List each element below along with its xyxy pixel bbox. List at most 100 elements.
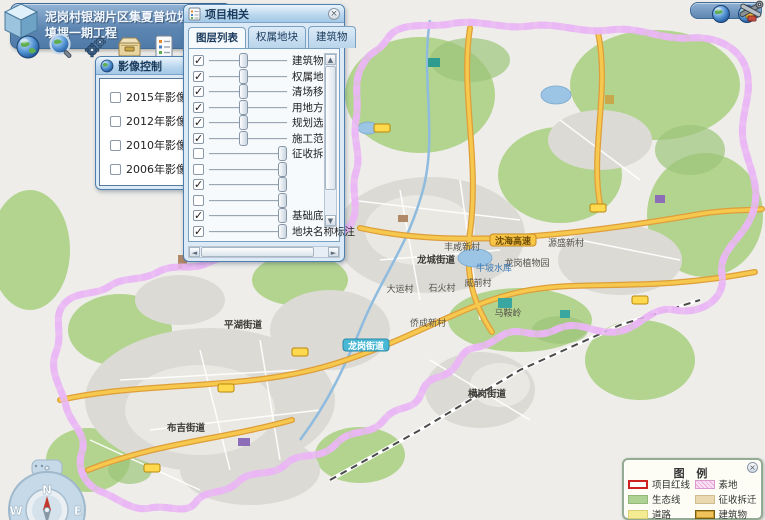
- bare-land-swatch: [695, 480, 715, 489]
- globe-icon[interactable]: [711, 4, 731, 28]
- layer-checkbox[interactable]: ✓: [193, 71, 204, 82]
- layer-checkbox[interactable]: ✓: [193, 179, 204, 190]
- layer-checkbox[interactable]: ✓: [193, 102, 204, 113]
- scrollbar-thumb[interactable]: [325, 66, 336, 190]
- layer-row: ✓建筑物: [193, 53, 322, 69]
- legend-panel: 图 例 × 项目红线生态线道路素地征收拆迁建筑物: [622, 458, 763, 520]
- checkbox[interactable]: [110, 116, 121, 127]
- tools-icon[interactable]: [735, 0, 765, 27]
- legend-grid: 项目红线生态线道路素地征收拆迁建筑物: [628, 477, 757, 520]
- map-label: 布吉街道: [166, 422, 206, 434]
- horizontal-scrollbar[interactable]: ◄ ►: [188, 246, 340, 258]
- layer-checkbox[interactable]: ✓: [193, 86, 204, 97]
- legend-title: 图 例: [674, 467, 712, 480]
- compass-east-label: E: [74, 504, 82, 518]
- project-redline-swatch: [628, 480, 648, 489]
- globe-zoom-icon[interactable]: [48, 33, 75, 60]
- slider-handle[interactable]: [278, 177, 287, 192]
- opacity-slider[interactable]: [209, 53, 287, 68]
- slider-handle[interactable]: [239, 53, 248, 68]
- scroll-right-icon[interactable]: ►: [328, 247, 339, 257]
- road-shield: [632, 296, 648, 304]
- globe-icon[interactable]: [14, 33, 41, 60]
- layer-checkbox[interactable]: ✓: [193, 226, 204, 237]
- legend-label: 道路: [652, 507, 671, 520]
- close-icon[interactable]: ×: [747, 462, 758, 473]
- slider-handle[interactable]: [239, 131, 248, 146]
- opacity-slider[interactable]: [209, 224, 287, 239]
- scroll-left-icon[interactable]: ◄: [189, 247, 200, 257]
- layer-checkbox[interactable]: ✓: [193, 210, 204, 221]
- opacity-slider[interactable]: [209, 146, 287, 161]
- slider-track: [209, 200, 287, 202]
- slider-handle[interactable]: [239, 100, 248, 115]
- layer-row: ✓: [193, 177, 322, 193]
- opacity-slider[interactable]: [209, 208, 287, 223]
- slider-handle[interactable]: [239, 69, 248, 84]
- layer-checkbox[interactable]: ✓: [193, 55, 204, 66]
- layer-row: ✓地块名称标注: [193, 224, 322, 240]
- layer-row: ✓规划选址: [193, 115, 322, 131]
- slider-handle[interactable]: [278, 224, 287, 239]
- close-icon[interactable]: ×: [328, 8, 340, 20]
- slider-handle[interactable]: [239, 115, 248, 130]
- opacity-slider[interactable]: [209, 193, 287, 208]
- slider-handle[interactable]: [239, 84, 248, 99]
- map-label: 横岗街道: [468, 388, 507, 400]
- image-year-label: 2006年影像: [126, 161, 187, 177]
- opacity-slider[interactable]: [209, 84, 287, 99]
- detail-list-icon: [188, 7, 201, 21]
- opacity-slider[interactable]: [209, 177, 287, 192]
- compass-navigator[interactable]: N W E: [6, 458, 88, 520]
- map-label: 马鞍岭: [494, 307, 521, 319]
- tab-1[interactable]: 图层列表: [188, 27, 246, 49]
- legend-item: 道路: [628, 507, 691, 520]
- map-label: 沈海高速: [495, 235, 531, 247]
- opacity-slider[interactable]: [209, 69, 287, 84]
- layer-checkbox[interactable]: [193, 148, 204, 159]
- slider-handle[interactable]: [278, 146, 287, 161]
- layer-checkbox[interactable]: [193, 195, 204, 206]
- project-panel-header[interactable]: 项目相关 ×: [184, 5, 344, 23]
- building-swatch: [695, 510, 715, 519]
- app-stage: 龙城街道丰咸新村源盛新村大运村石火村威前村龙岗植物园牛坡水库马鞍岭侨成新村横岗街…: [0, 0, 765, 520]
- map-label: 源盛新村: [548, 237, 584, 249]
- slider-handle[interactable]: [278, 193, 287, 208]
- legend-item: 征收拆迁: [695, 492, 758, 506]
- scrollbar-thumb[interactable]: [201, 247, 314, 257]
- layer-checkbox[interactable]: ✓: [193, 133, 204, 144]
- opacity-slider[interactable]: [209, 131, 287, 146]
- eco-line-swatch: [628, 495, 648, 504]
- checkbox[interactable]: [110, 164, 121, 175]
- layer-checkbox[interactable]: ✓: [193, 117, 204, 128]
- scroll-up-icon[interactable]: ▲: [325, 54, 336, 65]
- layer-list: ✓建筑物✓权属地块✓清场移交✓用地方案✓规划选址✓施工范围征收拆迁✓✓基础底图✓…: [193, 53, 322, 239]
- layer-checkbox[interactable]: [193, 164, 204, 175]
- slider-handle[interactable]: [278, 162, 287, 177]
- map-label: 平湖街道: [224, 319, 263, 331]
- checkbox[interactable]: [110, 140, 121, 151]
- image-year-label: 2010年影像: [126, 137, 187, 153]
- layer-list-area: ✓建筑物✓权属地块✓清场移交✓用地方案✓规划选址✓施工范围征收拆迁✓✓基础底图✓…: [188, 48, 340, 242]
- map-label: 龙岗街道: [347, 340, 384, 352]
- tab-3[interactable]: 建筑物: [308, 26, 356, 48]
- opacity-slider[interactable]: [209, 100, 287, 115]
- opacity-slider[interactable]: [209, 162, 287, 177]
- scroll-down-icon[interactable]: ▼: [325, 215, 336, 226]
- road-swatch: [628, 510, 648, 519]
- compass-north-label: N: [42, 483, 52, 497]
- slider-handle[interactable]: [278, 208, 287, 223]
- layer-row: [193, 193, 322, 209]
- map-label: 丰咸新村: [444, 241, 480, 253]
- layer-row: [193, 162, 322, 178]
- legend-label: 生态线: [652, 492, 681, 506]
- map-label: 石火村: [428, 282, 455, 294]
- legend-item: 建筑物: [695, 507, 758, 520]
- opacity-slider[interactable]: [209, 115, 287, 130]
- checkbox[interactable]: [110, 92, 121, 103]
- road-shield: [292, 348, 308, 356]
- tab-2[interactable]: 权属地块: [248, 26, 306, 48]
- image-year-label: 2012年影像: [126, 113, 187, 129]
- vertical-scrollbar[interactable]: ▲ ▼: [324, 53, 337, 227]
- project-tabs: 图层列表权属地块建筑物: [184, 23, 344, 48]
